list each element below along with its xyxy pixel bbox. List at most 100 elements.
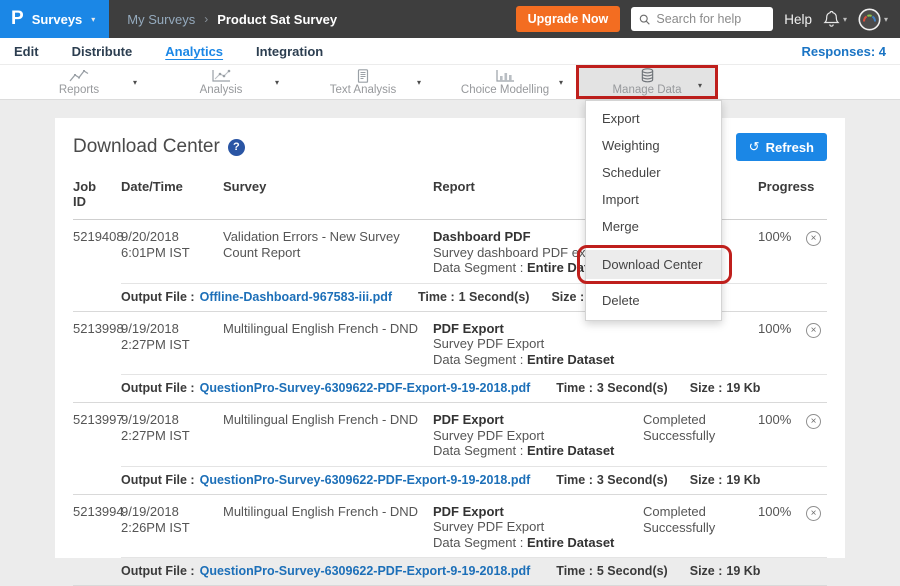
col-progress: Progress [758, 179, 806, 209]
search-icon [639, 13, 650, 26]
menu-item-download-center[interactable]: Download Center [586, 250, 721, 279]
time-value: 1 Second(s) [459, 290, 530, 304]
tab-integration[interactable]: Integration [256, 44, 323, 59]
bar-chart-icon [495, 69, 515, 83]
manage-data-dropdown: Export Weighting Scheduler Import Merge … [585, 100, 722, 321]
responses-count: Responses: 4 [801, 44, 886, 59]
chevron-down-icon[interactable]: ▾ [417, 78, 421, 87]
output-file-link[interactable]: QuestionPro-Survey-6309622-PDF-Export-9-… [200, 473, 531, 487]
breadcrumb-separator-icon: › [204, 12, 208, 26]
bell-icon [823, 10, 840, 28]
breadcrumb-my-surveys[interactable]: My Surveys [127, 12, 195, 27]
menu-item-weighting[interactable]: Weighting [586, 132, 721, 159]
time-label: Time : [556, 381, 593, 395]
time-label: Time : [556, 564, 593, 578]
chevron-down-icon[interactable]: ▾ [559, 78, 563, 87]
output-file-link[interactable]: QuestionPro-Survey-6309622-PDF-Export-9-… [200, 564, 531, 578]
time-value: 3 Second(s) [597, 381, 668, 395]
cancel-job-icon[interactable]: × [806, 506, 821, 521]
output-file-link[interactable]: Offline-Dashboard-967583-iii.pdf [200, 290, 392, 304]
surveys-menu[interactable]: P Surveys ▾ [0, 0, 109, 38]
chevron-down-icon[interactable]: ▾ [698, 81, 702, 90]
account-menu[interactable]: ▾ [858, 8, 888, 31]
document-icon [353, 69, 373, 83]
refresh-icon: ↺ [749, 139, 760, 155]
toolbar-item-text-analysis[interactable]: Text Analysis ▾ [292, 65, 434, 99]
size-value: 19 Kb [726, 381, 760, 395]
breadcrumb: My Surveys › Product Sat Survey [127, 12, 337, 27]
time-label: Time : [418, 290, 455, 304]
survey-nav-tabs: Edit Distribute Analytics Integration Re… [0, 38, 900, 65]
menu-item-merge[interactable]: Merge [586, 213, 721, 240]
line-chart-icon [69, 69, 89, 83]
job-progress: 100% [758, 321, 806, 368]
help-search-box[interactable] [631, 7, 773, 31]
job-id: 5213998 [73, 321, 121, 368]
job-output-row: Output File : QuestionPro-Survey-6309622… [121, 374, 827, 402]
notifications-menu[interactable]: ▾ [823, 10, 847, 28]
job-progress: 100% [758, 504, 806, 551]
job-main-row: 5213994 9/19/2018 2:26PM IST Multilingua… [73, 495, 827, 558]
job-output-row: Output File : QuestionPro-Survey-6309622… [121, 557, 827, 585]
job-id: 5213997 [73, 412, 121, 459]
cancel-job-icon[interactable]: × [806, 414, 821, 429]
tab-edit[interactable]: Edit [14, 44, 39, 59]
breadcrumb-current-survey: Product Sat Survey [217, 12, 337, 27]
cancel-job-icon[interactable]: × [806, 231, 821, 246]
menu-item-export[interactable]: Export [586, 105, 721, 132]
job-report: PDF Export Survey PDF Export Data Segmen… [433, 504, 643, 551]
database-icon [638, 68, 657, 83]
main-content: Download Center ? ↺ Refresh Job ID Date/… [0, 100, 900, 523]
job-main-row: 5213997 9/19/2018 2:27PM IST Multilingua… [73, 403, 827, 466]
chevron-down-icon: ▾ [884, 15, 888, 24]
tab-analytics[interactable]: Analytics [165, 44, 223, 59]
toolbar-item-label: Analysis [200, 84, 243, 96]
toolbar-item-label: Choice Modelling [461, 84, 549, 96]
menu-item-delete[interactable]: Delete [586, 287, 721, 314]
toolbar-item-label: Manage Data [612, 84, 681, 96]
chevron-down-icon[interactable]: ▾ [133, 78, 137, 87]
job-progress: 100% [758, 229, 806, 276]
questionpro-logo: P [11, 8, 23, 30]
size-label: Size : [690, 473, 723, 487]
size-label: Size : [690, 564, 723, 578]
job-datetime: 9/19/2018 2:26PM IST [121, 504, 223, 551]
output-file-label: Output File : [121, 564, 195, 578]
upgrade-now-button[interactable]: Upgrade Now [516, 6, 621, 32]
job-report: PDF Export Survey PDF Export Data Segmen… [433, 412, 643, 459]
job-datetime: 9/19/2018 2:27PM IST [121, 412, 223, 459]
toolbar-item-label: Reports [59, 84, 99, 96]
output-file-label: Output File : [121, 381, 195, 395]
analytics-toolbar: Reports ▾ Analysis ▾ Text Analysis ▾ Cho… [0, 65, 900, 100]
output-file-link[interactable]: QuestionPro-Survey-6309622-PDF-Export-9-… [200, 381, 531, 395]
output-file-label: Output File : [121, 473, 195, 487]
refresh-button[interactable]: ↺ Refresh [736, 133, 827, 161]
chevron-down-icon: ▾ [91, 15, 95, 24]
toolbar-item-analysis[interactable]: Analysis ▾ [150, 65, 292, 99]
job-survey: Multilingual English French - DND [223, 412, 433, 459]
download-center-highlight: Download Center [586, 250, 721, 279]
scatter-chart-icon [211, 69, 231, 83]
topbar: P Surveys ▾ My Surveys › Product Sat Sur… [0, 0, 900, 38]
menu-item-scheduler[interactable]: Scheduler [586, 159, 721, 186]
size-label: Size : [551, 290, 584, 304]
help-question-icon[interactable]: ? [228, 139, 245, 156]
help-link[interactable]: Help [784, 12, 812, 27]
job-status: Completed Successfully [643, 412, 758, 459]
tab-distribute[interactable]: Distribute [72, 44, 133, 59]
job-datetime: 9/20/2018 6:01PM IST [121, 229, 223, 276]
time-label: Time : [556, 473, 593, 487]
menu-item-import[interactable]: Import [586, 186, 721, 213]
toolbar-item-manage-data[interactable]: Manage Data ▾ [576, 65, 718, 99]
col-actions [806, 179, 827, 209]
job-id: 5213994 [73, 504, 121, 551]
size-value: 19 Kb [726, 564, 760, 578]
cancel-job-icon[interactable]: × [806, 323, 821, 338]
chevron-down-icon[interactable]: ▾ [275, 78, 279, 87]
toolbar-item-reports[interactable]: Reports ▾ [8, 65, 150, 99]
search-input[interactable] [656, 12, 765, 26]
job-status: Completed Successfully [643, 504, 758, 551]
toolbar-item-choice-modelling[interactable]: Choice Modelling ▾ [434, 65, 576, 99]
avatar [858, 8, 881, 31]
refresh-label: Refresh [766, 140, 814, 155]
